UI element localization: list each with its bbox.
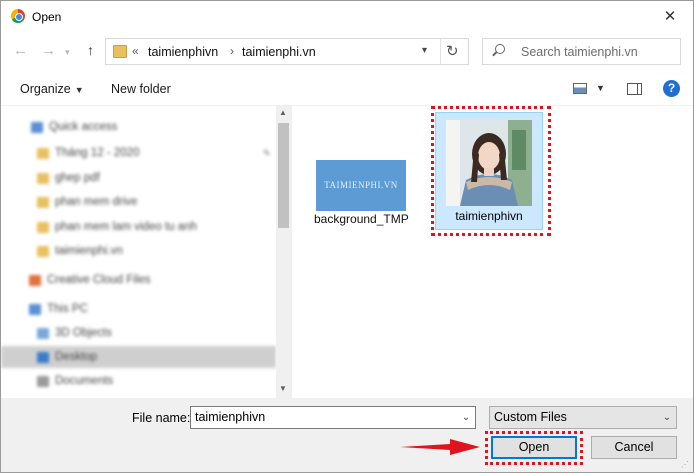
sidebar-item-label: taimienphi.vn [55,245,123,257]
sidebar-item[interactable]: Tháng 12 - 2020 ✎ [1,142,276,164]
sidebar-item-label: ghep pdf [55,172,100,184]
sidebar-item-label: Creative Cloud Files [47,274,151,286]
scroll-down-icon[interactable]: ▼ [279,384,287,393]
chevron-down-icon[interactable]: ⌄ [658,407,676,428]
folder-icon [37,197,49,208]
file-list: TAIMIENPHI.VN background_TMP taimienphiv… [292,106,693,398]
sidebar-item[interactable]: Documents [1,370,276,392]
sidebar-item[interactable]: taimienphi.vn [1,240,276,262]
up-arrow-icon[interactable]: ↑ [87,42,94,58]
help-icon[interactable]: ? [663,80,680,97]
folder-icon [113,45,127,58]
command-toolbar: Organize ▼ New folder ▼ ? [1,72,693,106]
folder-icon [37,173,49,184]
organize-button[interactable]: Organize ▼ [20,82,84,96]
new-folder-button[interactable]: New folder [111,82,171,96]
folder-icon [37,246,49,257]
star-icon [31,122,43,133]
cube-icon [37,328,49,339]
file-item[interactable]: TAIMIENPHI.VN background_TMP [292,106,432,246]
folder-icon [37,222,49,233]
documents-icon [37,376,49,387]
sidebar-item[interactable]: This PC [1,298,276,320]
highlight-box [485,431,583,465]
sidebar-item-label: phan mem drive [55,196,138,208]
sidebar-item-label: Desktop [55,351,98,363]
sidebar-item[interactable]: phan mem drive [1,191,276,213]
forward-arrow-icon[interactable]: → [41,42,56,59]
overflow-chevron-icon[interactable]: « [132,44,139,58]
view-options-chevron-icon[interactable]: ▼ [596,83,605,93]
search-icon [495,44,505,54]
resize-grip-icon[interactable]: ⋰ [681,460,689,469]
chrome-icon [11,9,25,23]
file-name-value: taimienphivn [195,410,266,424]
cancel-button[interactable]: Cancel [591,436,677,459]
sidebar-item[interactable]: Creative Cloud Files [1,269,276,291]
file-name-label: background_TMP [314,212,409,226]
dialog-footer: File name: taimienphivn ⌄ Custom Files ⌄… [1,398,693,472]
back-arrow-icon[interactable]: ← [13,42,28,59]
breadcrumb-item[interactable]: taimienphivn [148,45,218,59]
window-title: Open [32,10,62,24]
folder-icon [37,148,49,159]
sidebar-item[interactable]: 3D Objects [1,322,276,344]
red-arrow-icon [400,439,480,455]
sidebar-item-label: phan mem lam video tu anh [55,221,197,233]
address-bar[interactable]: « taimienphivn › taimienphi.vn ▾ ↻ [105,38,469,65]
file-type-value: Custom Files [494,410,567,424]
file-name-field-label: File name: [132,411,191,425]
thumbnail-text: TAIMIENPHI.VN [324,180,398,190]
computer-icon [29,304,41,315]
file-name-input[interactable]: taimienphivn ⌄ [190,406,476,429]
search-placeholder: Search taimienphi.vn [521,45,638,59]
navigation-bar: ← → ▾ ↑ « taimienphivn › taimienphi.vn ▾… [1,32,693,72]
chevron-down-icon[interactable]: ⌄ [457,407,475,428]
sidebar-item-label: Documents [55,375,114,387]
pin-icon: ✎ [263,148,271,158]
close-button[interactable]: ✕ [647,1,693,32]
breadcrumb-item[interactable]: taimienphi.vn [242,45,316,59]
sidebar-item-label: This PC [47,303,88,315]
nav-scrollbar[interactable]: ▲ ▼ [276,106,291,398]
image-thumbnail: TAIMIENPHI.VN [316,160,406,211]
navigation-pane: Quick access Tháng 12 - 2020 ✎ ghep pdf phan… [1,106,291,398]
sidebar-item[interactable]: Quick access [1,116,276,138]
search-box[interactable]: Search taimienphi.vn [482,38,681,65]
chevron-down-icon: ▼ [74,85,84,95]
preview-pane-icon[interactable] [627,83,642,95]
desktop-icon [37,352,49,363]
open-file-dialog: Open ✕ ← → ▾ ↑ « taimienphivn › taimienp… [0,0,694,473]
address-dropdown-icon[interactable]: ▾ [422,45,427,56]
sidebar-item[interactable]: ghep pdf [1,167,276,189]
sidebar-item[interactable]: phan mem lam video tu anh [1,216,276,238]
scroll-up-icon[interactable]: ▲ [279,108,287,117]
title-bar: Open ✕ [1,1,693,32]
breadcrumb-separator-icon[interactable]: › [230,44,234,58]
sidebar-item-label: 3D Objects [55,327,112,339]
change-view-icon[interactable] [573,83,587,94]
sidebar-item-label: Tháng 12 - 2020 [55,147,140,159]
highlight-box [431,106,551,236]
recent-locations-chevron-icon[interactable]: ▾ [65,47,70,58]
cloud-icon [29,275,41,286]
sidebar-item-label: Quick access [49,121,118,133]
scrollbar-thumb[interactable] [278,123,289,228]
refresh-icon[interactable]: ↻ [446,42,459,60]
sidebar-item[interactable]: Desktop [1,346,276,368]
file-type-select[interactable]: Custom Files ⌄ [489,406,677,429]
divider [440,39,441,64]
organize-label: Organize [20,82,71,96]
